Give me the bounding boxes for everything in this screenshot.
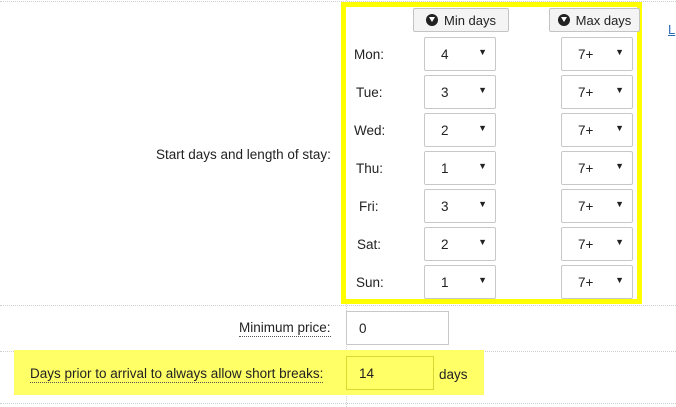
day-label-fri: Fri: bbox=[359, 199, 379, 214]
select-value: 2 bbox=[441, 123, 449, 138]
min-days-select-mon[interactable]: 4 ▼ bbox=[424, 37, 496, 71]
caret-down-icon: ▼ bbox=[478, 85, 487, 95]
input-value: 0 bbox=[359, 321, 367, 336]
max-days-select-sat[interactable]: 7+ ▼ bbox=[561, 227, 633, 261]
day-label-sat: Sat: bbox=[357, 237, 382, 252]
max-days-select-sun[interactable]: 7+ ▼ bbox=[561, 265, 633, 299]
caret-down-icon: ▼ bbox=[478, 237, 487, 247]
min-days-button[interactable]: Min days bbox=[413, 8, 509, 32]
caret-down-icon: ▼ bbox=[615, 85, 624, 95]
caret-down-icon: ▼ bbox=[615, 237, 624, 247]
circle-arrow-down-icon bbox=[557, 14, 570, 26]
caret-down-icon: ▼ bbox=[615, 47, 624, 57]
max-days-select-mon[interactable]: 7+ ▼ bbox=[561, 37, 633, 71]
select-value: 7+ bbox=[578, 123, 594, 138]
caret-down-icon: ▼ bbox=[615, 199, 624, 209]
select-value: 7+ bbox=[578, 85, 594, 100]
min-days-button-label: Min days bbox=[443, 12, 497, 28]
select-value: 1 bbox=[441, 275, 449, 290]
day-label-wed: Wed: bbox=[354, 123, 386, 138]
select-value: 7+ bbox=[578, 161, 594, 176]
max-days-select-thu[interactable]: 7+ ▼ bbox=[561, 151, 633, 185]
select-value: 7+ bbox=[578, 47, 594, 62]
day-label-mon: Mon: bbox=[354, 47, 385, 62]
minimum-price-input[interactable]: 0 bbox=[346, 311, 449, 345]
short-breaks-label: Days prior to arrival to always allow sh… bbox=[30, 366, 324, 383]
select-value: 4 bbox=[441, 47, 449, 62]
min-days-select-fri[interactable]: 3 ▼ bbox=[424, 189, 496, 223]
max-days-select-tue[interactable]: 7+ ▼ bbox=[561, 75, 633, 109]
caret-down-icon: ▼ bbox=[615, 161, 624, 171]
max-days-button[interactable]: Max days bbox=[549, 8, 640, 32]
short-breaks-days-input[interactable]: 14 bbox=[346, 356, 434, 390]
day-label-sun: Sun: bbox=[356, 275, 384, 290]
short-breaks-unit: days bbox=[439, 367, 468, 382]
select-value: 7+ bbox=[578, 199, 594, 214]
day-label-tue: Tue: bbox=[356, 85, 383, 100]
caret-down-icon: ▼ bbox=[478, 275, 487, 285]
max-days-button-label: Max days bbox=[575, 12, 632, 28]
caret-down-icon: ▼ bbox=[615, 275, 624, 285]
select-value: 7+ bbox=[578, 275, 594, 290]
min-days-select-tue[interactable]: 3 ▼ bbox=[424, 75, 496, 109]
start-days-label: Start days and length of stay: bbox=[156, 147, 331, 162]
input-value: 14 bbox=[359, 366, 375, 381]
caret-down-icon: ▼ bbox=[478, 199, 487, 209]
caret-down-icon: ▼ bbox=[478, 47, 487, 57]
minimum-price-label: Minimum price: bbox=[239, 320, 331, 337]
circle-arrow-down-icon bbox=[425, 14, 438, 26]
select-value: 3 bbox=[441, 85, 449, 100]
day-label-thu: Thu: bbox=[356, 161, 384, 176]
edge-link[interactable]: L bbox=[668, 22, 675, 37]
caret-down-icon: ▼ bbox=[478, 123, 487, 133]
min-days-select-sat[interactable]: 2 ▼ bbox=[424, 227, 496, 261]
min-days-select-sun[interactable]: 1 ▼ bbox=[424, 265, 496, 299]
min-days-select-wed[interactable]: 2 ▼ bbox=[424, 113, 496, 147]
select-value: 7+ bbox=[578, 237, 594, 252]
max-days-select-wed[interactable]: 7+ ▼ bbox=[561, 113, 633, 147]
row-separator bbox=[0, 305, 676, 306]
select-value: 1 bbox=[441, 161, 449, 176]
min-days-select-thu[interactable]: 1 ▼ bbox=[424, 151, 496, 185]
max-days-select-fri[interactable]: 7+ ▼ bbox=[561, 189, 633, 223]
row-separator bbox=[0, 403, 676, 404]
select-value: 2 bbox=[441, 237, 449, 252]
caret-down-icon: ▼ bbox=[615, 123, 624, 133]
caret-down-icon: ▼ bbox=[478, 161, 487, 171]
select-value: 3 bbox=[441, 199, 449, 214]
